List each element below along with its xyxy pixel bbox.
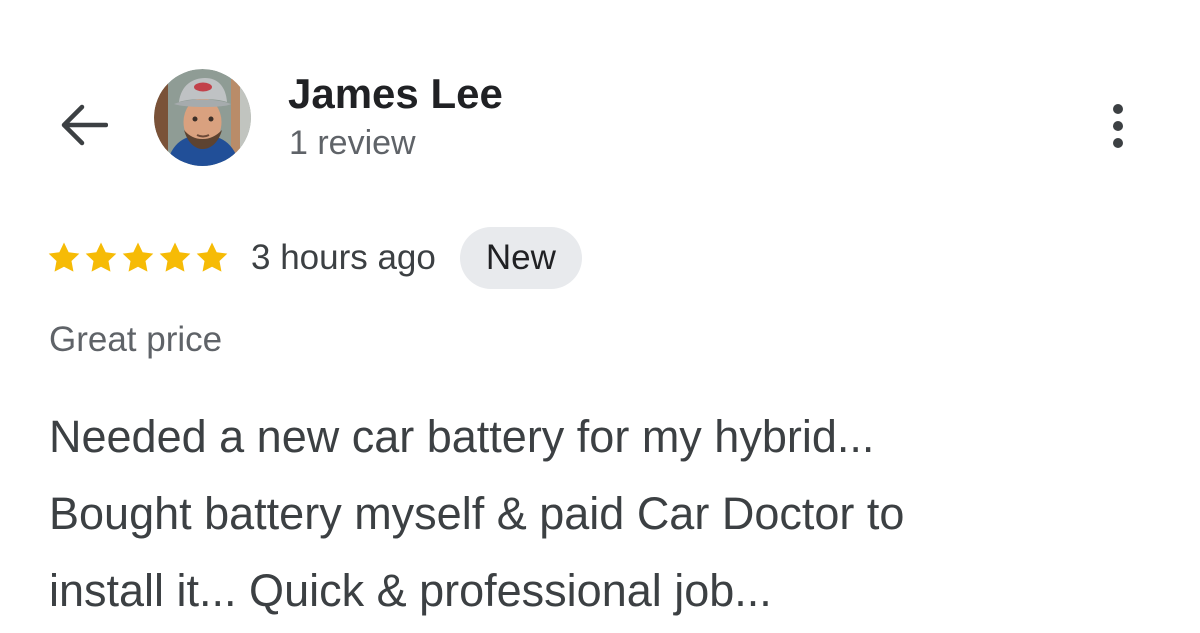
- review-highlight: Great price: [49, 320, 223, 359]
- star-icon: [48, 242, 80, 272]
- reviewer-avatar[interactable]: [154, 69, 251, 166]
- review-page: James Lee 1 review 3 hours ago New Great…: [0, 0, 1200, 633]
- review-text-line: install it... Quick & professional job..…: [49, 565, 772, 616]
- review-count: 1 review: [289, 124, 416, 162]
- more-options-button[interactable]: [1092, 94, 1144, 158]
- new-badge: New: [459, 227, 582, 289]
- more-vertical-icon-dot: [1113, 104, 1123, 114]
- review-text-line: Needed a new car battery for my hybrid..…: [49, 411, 875, 462]
- star-icon: [85, 242, 117, 272]
- more-vertical-icon-dot: [1113, 138, 1123, 148]
- review-time: 3 hours ago: [251, 238, 436, 277]
- more-vertical-icon-dot: [1113, 121, 1123, 131]
- review-header: James Lee 1 review: [0, 0, 1200, 200]
- arrow-back-icon: [61, 104, 108, 146]
- rating-row: 3 hours ago New: [46, 227, 582, 289]
- star-rating: [46, 240, 230, 276]
- star-icon: [159, 242, 191, 272]
- avatar-image: [154, 69, 251, 166]
- review-text: Needed a new car battery for my hybrid..…: [49, 398, 1159, 629]
- star-icon: [196, 242, 228, 272]
- star-icon: [122, 242, 154, 272]
- review-text-line: Bought battery myself & paid Car Doctor …: [49, 488, 905, 539]
- reviewer-name[interactable]: James Lee: [288, 68, 503, 120]
- back-button[interactable]: [50, 97, 114, 153]
